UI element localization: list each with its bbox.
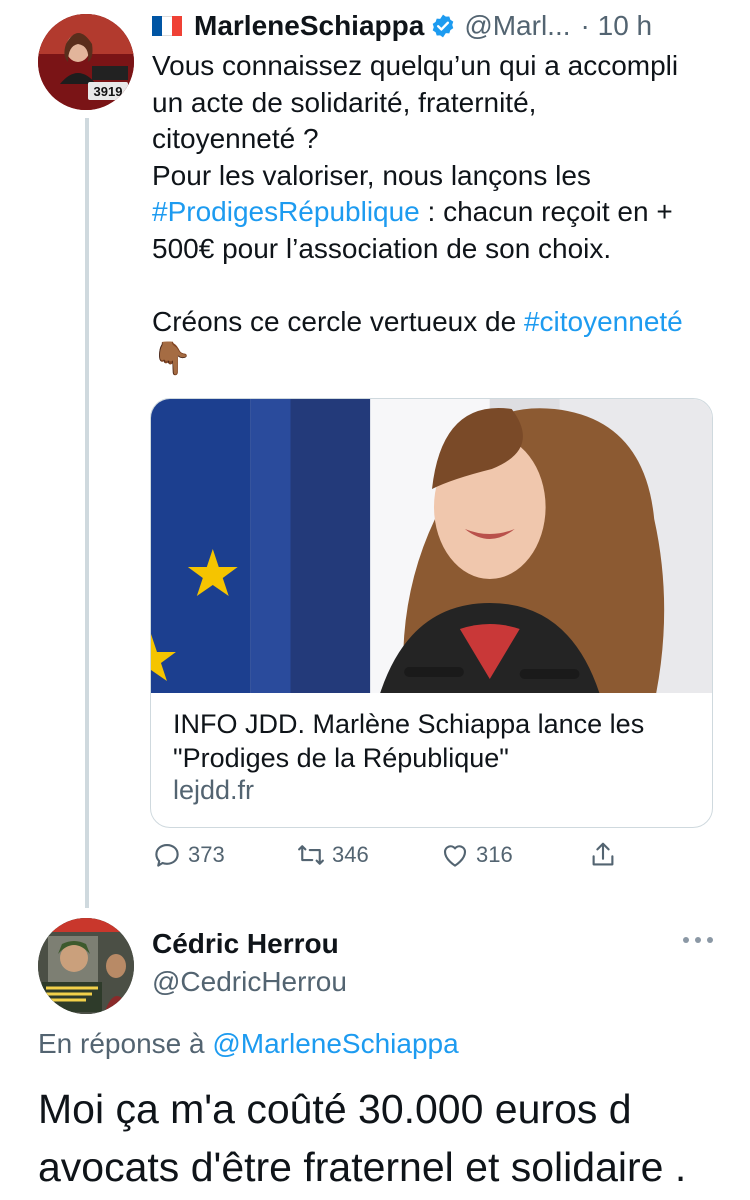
tweet-timestamp[interactable]: · 10 h [581,10,653,42]
share-button[interactable] [588,840,624,870]
reply-text: Moi ça m'a coûté 30.000 euros d avocats … [38,1086,687,1190]
reply-avatar-photo [38,918,134,1014]
share-icon [592,842,614,866]
tweet-text: Vous connaissez quelqu’un qui a accompli… [152,48,732,379]
verified-badge-icon [433,14,454,38]
avatar-badge-text: 3919 [94,84,123,99]
link-card-domain: lejdd.fr [173,775,255,805]
retweet-button[interactable]: 346 [296,840,369,870]
thread-connector [85,118,89,908]
avatar-photo: 3919 [38,14,134,110]
france-flag-icon [152,16,182,36]
reply-count: 373 [188,842,225,867]
hashtag-prodiges-republique[interactable]: #ProdigesRépublique [152,196,420,227]
like-button[interactable]: 316 [440,840,513,870]
link-card[interactable]: INFO JDD. Marlène Schiappa lance les "Pr… [150,398,713,828]
author-handle[interactable]: @Marl... [464,10,570,42]
link-card-title: INFO JDD. Marlène Schiappa lance les "Pr… [173,709,645,773]
reply-context: En réponse à @MarleneSchiappa [38,1028,459,1060]
author-name[interactable]: MarleneSchiappa [194,10,424,42]
like-count: 316 [476,842,513,867]
retweet-count: 346 [332,842,369,867]
retweet-icon [298,845,324,865]
heart-icon [443,845,467,867]
reply-author-avatar[interactable] [38,918,134,1014]
reply-author-name[interactable]: Cédric Herrou [152,928,339,960]
pointing-down-emoji: 👇🏾 [152,340,192,376]
link-card-image [151,399,712,693]
author-avatar[interactable]: 3919 [38,14,134,110]
tweet-header: MarleneSchiappa @Marl... · 10 h [152,8,652,44]
reply-mention-link[interactable]: @MarleneSchiappa [212,1028,458,1059]
more-options-icon[interactable] [680,930,716,950]
hashtag-citoyennete[interactable]: #citoyenneté [524,306,683,337]
reply-prefix: En réponse à [38,1028,213,1059]
tweet-actions: 373 346 316 [152,840,732,880]
reply-icon [155,843,179,867]
reply-button[interactable]: 373 [152,840,225,870]
reply-author-handle[interactable]: @CedricHerrou [152,966,347,998]
tweet-text-segment: Vous connaissez quelqu’un qui a accompli… [152,50,679,191]
